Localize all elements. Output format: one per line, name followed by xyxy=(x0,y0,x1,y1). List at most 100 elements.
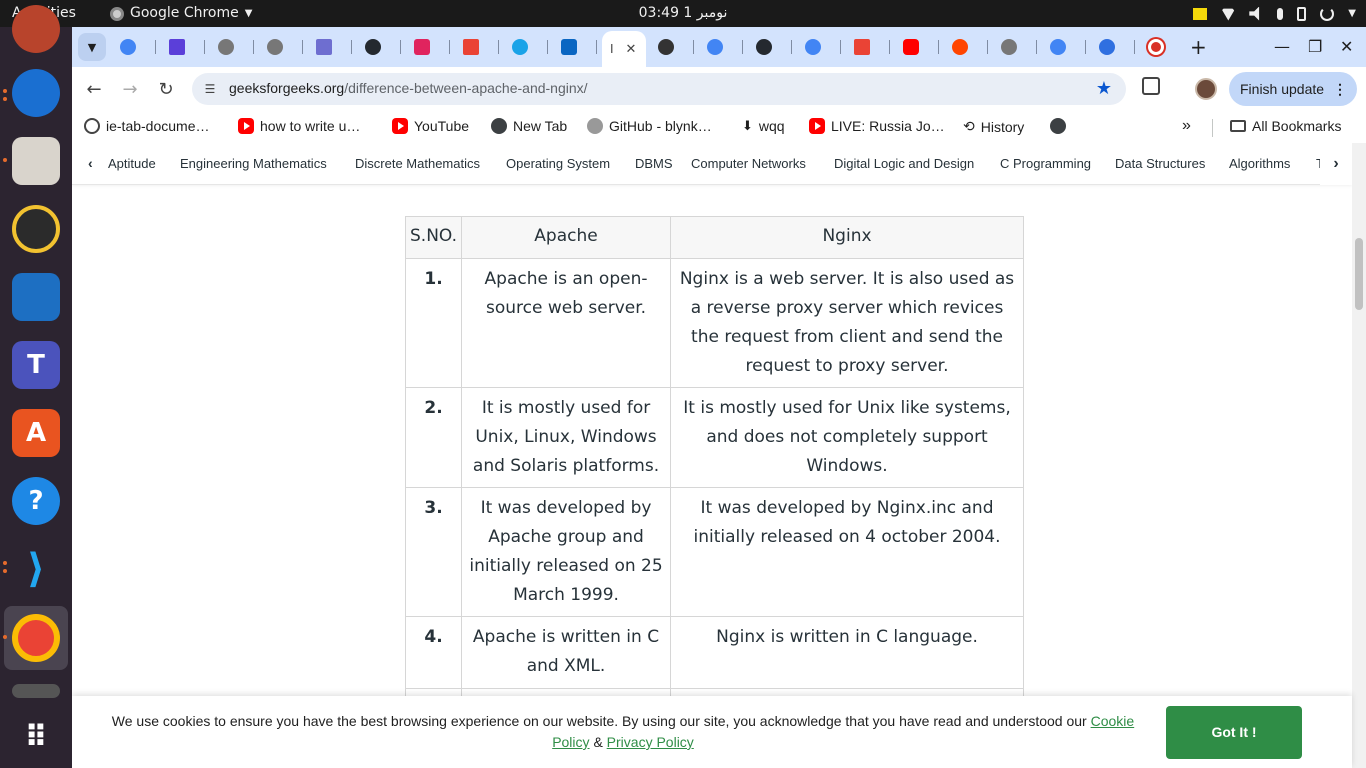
tab[interactable] xyxy=(308,35,354,59)
notes-icon[interactable] xyxy=(1193,7,1208,20)
forward-icon[interactable]: → xyxy=(116,75,144,103)
dock: T A ? ⟩ ⠿ xyxy=(0,5,72,768)
tab-search-button[interactable]: ▼ xyxy=(78,33,106,61)
back-icon[interactable]: ← xyxy=(80,75,108,103)
rhythmbox-icon[interactable] xyxy=(12,205,60,253)
close-window-icon[interactable]: ✕ xyxy=(1340,35,1353,59)
topic-nav-item[interactable]: Algorithms xyxy=(1229,156,1290,171)
topic-nav-item[interactable]: Discrete Mathematics xyxy=(355,156,480,171)
bookmark-label: LIVE: Russia Jo… xyxy=(831,118,945,134)
help-icon[interactable]: ? xyxy=(12,477,60,525)
tab[interactable] xyxy=(406,35,452,59)
topic-nav-item[interactable]: C Programming xyxy=(1000,156,1091,171)
topic-nav-item[interactable]: DBMS xyxy=(635,156,673,171)
vscode-icon[interactable]: ⟩ xyxy=(12,545,60,593)
chevron-left-icon[interactable]: ‹ xyxy=(88,155,93,171)
site-icon xyxy=(414,39,430,55)
app-center-icon[interactable]: A xyxy=(12,409,60,457)
topic-nav-item[interactable]: Engineering Mathematics xyxy=(180,156,327,171)
got-it-button[interactable]: Got It ! xyxy=(1166,706,1302,759)
tab[interactable] xyxy=(357,35,403,59)
all-bookmarks-button[interactable]: All Bookmarks xyxy=(1230,118,1341,134)
volume-icon xyxy=(1249,6,1260,21)
avatar[interactable] xyxy=(1195,78,1217,100)
tab[interactable] xyxy=(553,35,599,59)
globe-icon xyxy=(491,118,507,134)
tab[interactable] xyxy=(161,35,207,59)
extensions-icon[interactable] xyxy=(1142,77,1160,95)
tab[interactable] xyxy=(504,35,550,59)
dock-app-icon[interactable] xyxy=(12,5,60,53)
bookmark-item[interactable]: ⟲ History xyxy=(963,118,1024,135)
table-cell: 3. xyxy=(404,487,463,617)
tab[interactable] xyxy=(699,35,745,59)
tab[interactable] xyxy=(259,35,305,59)
tab[interactable] xyxy=(797,35,843,59)
bookmark-item[interactable]: YouTube xyxy=(392,118,469,134)
chevron-right-icon[interactable]: › xyxy=(1320,143,1352,185)
scrollbar[interactable] xyxy=(1352,143,1366,768)
bookmark-label: ie-tab-docume… xyxy=(106,118,210,134)
chrome-icon[interactable] xyxy=(12,614,60,662)
bookmark-item[interactable]: GitHub - blynk… xyxy=(587,118,712,134)
tab[interactable] xyxy=(748,35,794,59)
url-text[interactable]: geeksforgeeks.org/difference-between-apa… xyxy=(229,80,588,96)
cloud-icon xyxy=(120,39,136,55)
bookmark-item[interactable]: how to write u… xyxy=(238,118,360,134)
tab[interactable] xyxy=(846,35,892,59)
reload-icon[interactable]: ↻ xyxy=(152,75,180,103)
tab[interactable] xyxy=(1140,35,1186,59)
teams-icon[interactable]: T xyxy=(12,341,60,389)
maximize-icon[interactable]: ❐ xyxy=(1308,35,1322,59)
topic-nav-item[interactable]: Operating System xyxy=(506,156,610,171)
chatgpt-icon xyxy=(658,39,674,55)
tab[interactable] xyxy=(650,35,696,59)
minimize-icon[interactable]: — xyxy=(1274,35,1290,59)
system-tray[interactable]: ▼ xyxy=(1193,0,1356,27)
libreoffice-writer-icon[interactable] xyxy=(12,273,60,321)
finish-update-button[interactable]: Finish update ⋮ xyxy=(1229,72,1357,106)
privacy-policy-link[interactable]: Privacy Policy xyxy=(607,734,694,750)
globe-icon xyxy=(1050,118,1066,134)
tab[interactable] xyxy=(210,35,256,59)
gmail-icon xyxy=(463,39,479,55)
bookmark-label: wqq xyxy=(758,118,785,134)
chevron-down-icon: ▼ xyxy=(1348,8,1356,19)
running-indicator xyxy=(3,97,7,101)
bookmark-item[interactable]: LIVE: Russia Jo… xyxy=(809,118,945,134)
dock-app-icon[interactable] xyxy=(12,684,60,698)
topic-nav-item[interactable]: Aptitude xyxy=(108,156,156,171)
topic-nav-item[interactable]: Data Structures xyxy=(1115,156,1205,171)
site-icon xyxy=(169,39,185,55)
close-icon[interactable]: ✕ xyxy=(626,42,637,57)
cookie-text: We use cookies to ensure you have the be… xyxy=(111,713,1087,729)
bookmark-item[interactable] xyxy=(1050,118,1066,134)
tab[interactable] xyxy=(993,35,1039,59)
bookmark-item[interactable]: ⬇ wqq xyxy=(742,118,785,134)
youtube-icon xyxy=(392,118,408,134)
bookmark-star-icon[interactable]: ★ xyxy=(1096,78,1112,99)
tab[interactable] xyxy=(455,35,501,59)
tab[interactable] xyxy=(944,35,990,59)
tab-active[interactable]: I ✕ xyxy=(602,31,646,67)
tab[interactable] xyxy=(1091,35,1137,59)
download-icon: ⬇ xyxy=(742,118,753,133)
topic-nav-item[interactable]: Digital Logic and Design xyxy=(834,156,974,171)
topic-nav-item[interactable]: Computer Networks xyxy=(691,156,806,171)
bookmark-item[interactable]: ie-tab-docume… xyxy=(84,118,210,134)
tab[interactable] xyxy=(112,35,158,59)
thunderbird-icon[interactable] xyxy=(12,69,60,117)
topic-nav: ‹ Aptitude Engineering Mathematics Discr… xyxy=(72,143,1352,185)
tab[interactable] xyxy=(1042,35,1088,59)
files-icon[interactable] xyxy=(12,137,60,185)
bookmark-item[interactable]: New Tab xyxy=(491,118,567,134)
new-tab-icon[interactable]: + xyxy=(1190,35,1207,59)
site-info-icon[interactable]: ☰ xyxy=(202,81,218,97)
address-bar[interactable]: ☰ geeksforgeeks.org/difference-between-a… xyxy=(192,73,1126,105)
chevron-right-double-icon[interactable]: » xyxy=(1182,117,1191,135)
scrollbar-thumb[interactable] xyxy=(1355,238,1363,310)
tab[interactable] xyxy=(895,35,941,59)
clock[interactable]: 03:49 نومبر 1 xyxy=(0,0,1366,27)
kebab-menu-icon[interactable]: ⋮ xyxy=(1333,72,1347,106)
show-apps-icon[interactable]: ⠿ xyxy=(12,713,60,761)
